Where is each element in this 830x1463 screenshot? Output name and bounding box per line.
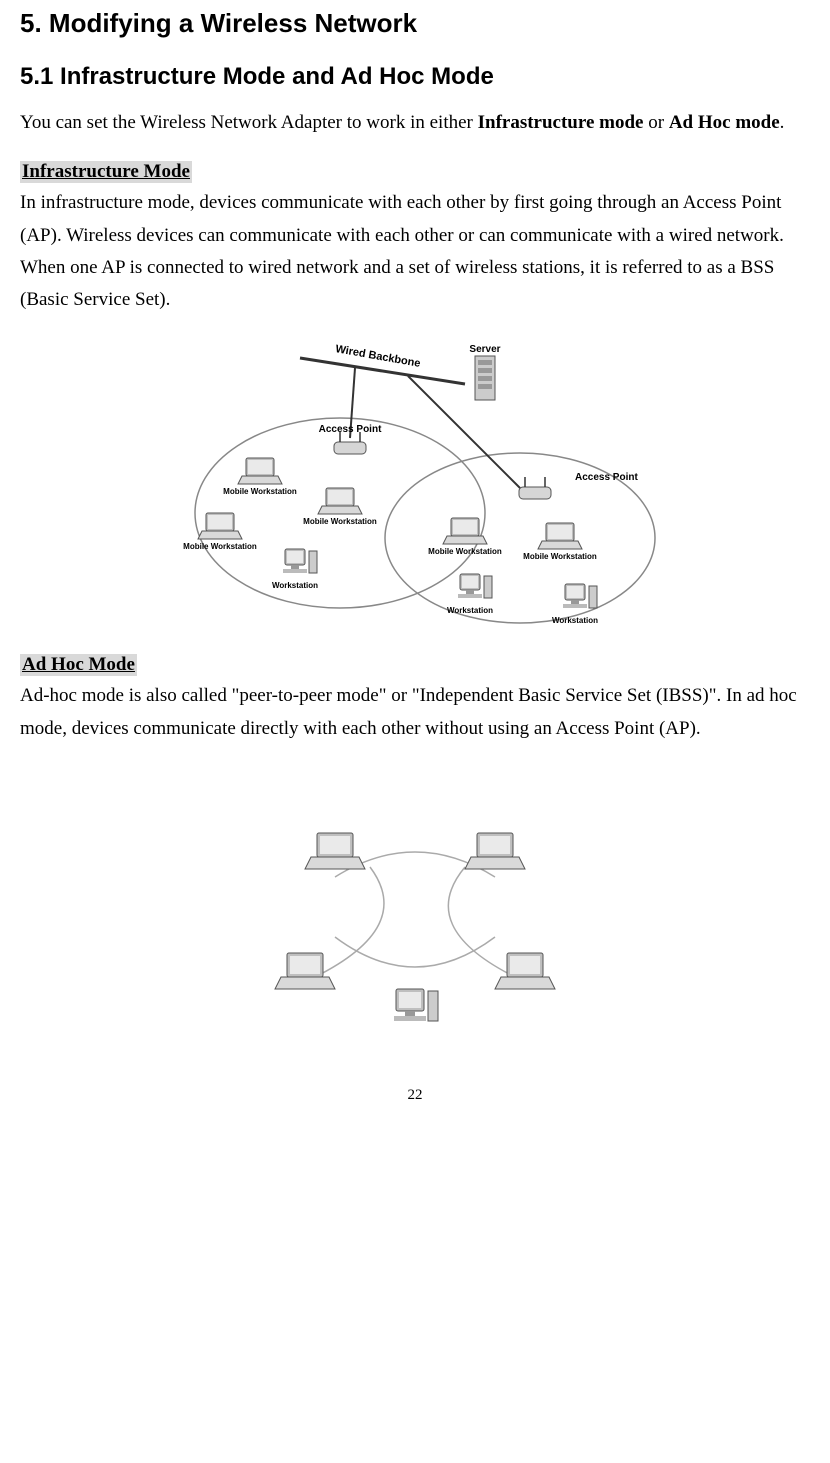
adhoc-diagram-wrapper bbox=[20, 767, 810, 1067]
infrastructure-mode-term: Infrastructure mode bbox=[478, 112, 644, 133]
subsection-heading: 5.1 Infrastructure Mode and Ad Hoc Mode bbox=[20, 63, 810, 91]
section-heading: 5. Modifying a Wireless Network bbox=[20, 8, 810, 39]
workstation-label-3: Workstation bbox=[552, 616, 598, 625]
adhoc-paragraph: Ad-hoc mode is also called "peer-to-peer… bbox=[20, 680, 810, 745]
access-point-label-left: Access Point bbox=[319, 424, 382, 435]
infrastructure-paragraph: In infrastructure mode, devices communic… bbox=[20, 187, 810, 316]
infrastructure-diagram-wrapper: Wired Backbone Server Access Point Acces… bbox=[20, 338, 810, 638]
workstation-label-2: Workstation bbox=[447, 606, 493, 615]
intro-post: . bbox=[780, 112, 785, 133]
server-label: Server bbox=[469, 344, 500, 355]
adhoc-mode-term: Ad Hoc mode bbox=[669, 112, 780, 133]
infrastructure-network-diagram: Wired Backbone Server Access Point Acces… bbox=[165, 338, 665, 638]
workstation-label-1: Workstation bbox=[272, 581, 318, 590]
intro-paragraph: You can set the Wireless Network Adapter… bbox=[20, 107, 810, 139]
intro-pre: You can set the Wireless Network Adapter… bbox=[20, 112, 478, 133]
intro-mid: or bbox=[643, 112, 668, 133]
mobile-workstation-label-1: Mobile Workstation bbox=[223, 487, 297, 496]
adhoc-mode-label: Ad Hoc Mode bbox=[20, 654, 137, 676]
mobile-workstation-label-3: Mobile Workstation bbox=[303, 517, 377, 526]
mobile-workstation-label-2: Mobile Workstation bbox=[183, 542, 257, 551]
mobile-workstation-label-5: Mobile Workstation bbox=[523, 552, 597, 561]
mobile-workstation-label-4: Mobile Workstation bbox=[428, 547, 502, 556]
adhoc-network-diagram bbox=[215, 767, 615, 1067]
page-number: 22 bbox=[20, 1087, 810, 1104]
access-point-label-right: Access Point bbox=[575, 472, 638, 483]
infrastructure-mode-label: Infrastructure Mode bbox=[20, 161, 192, 183]
